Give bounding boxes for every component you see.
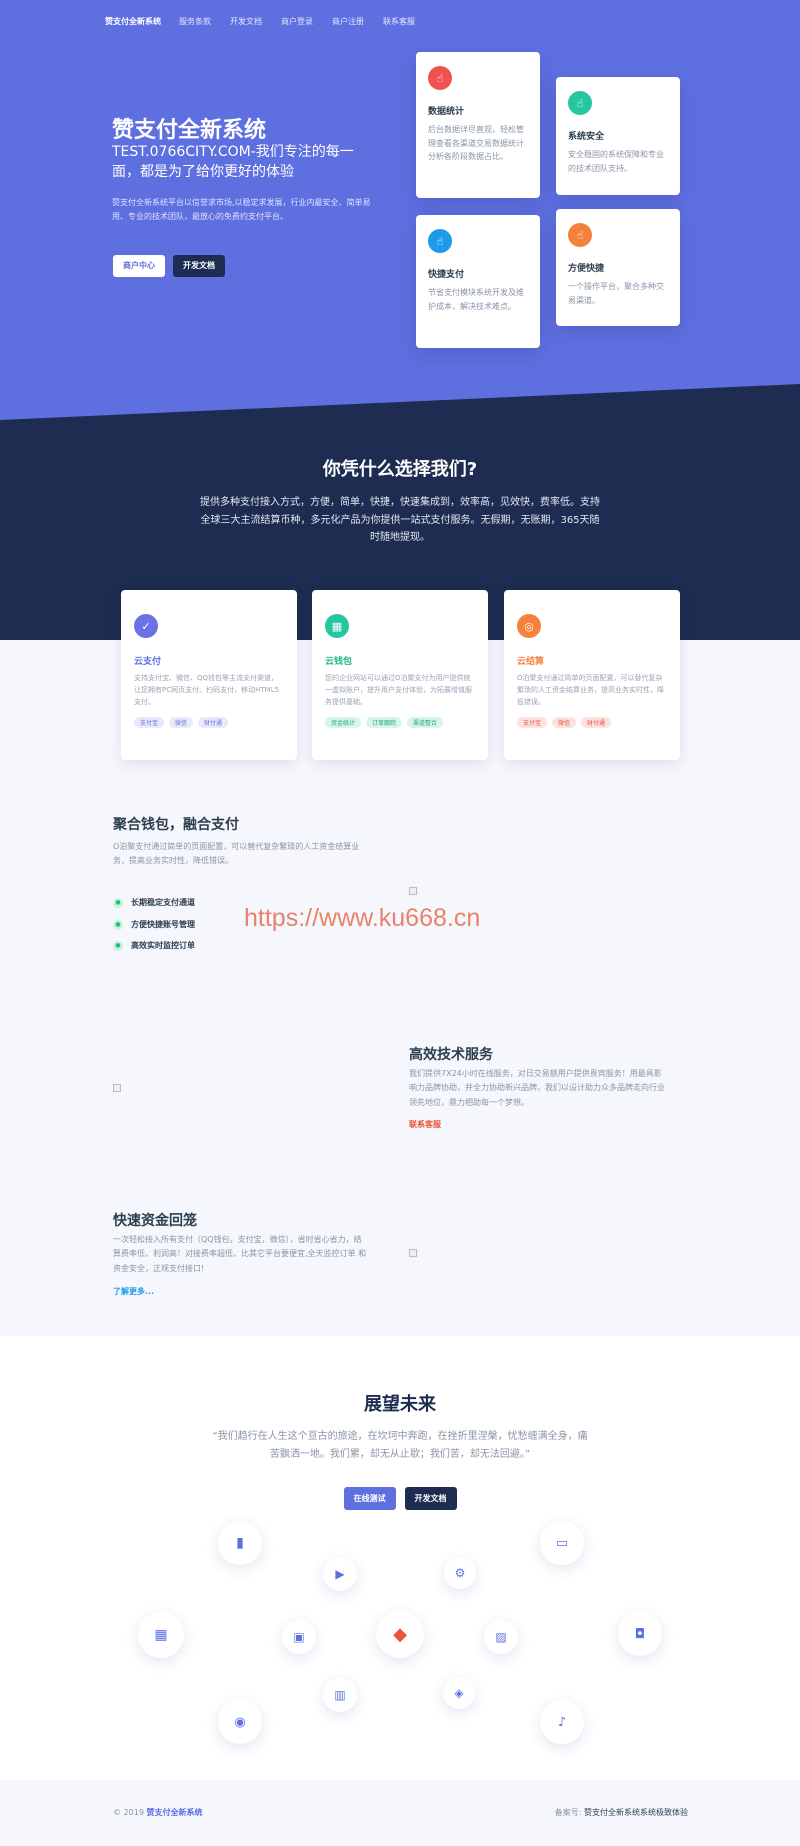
check-icon: ✓ xyxy=(134,614,158,638)
hero-title: 赞支付全新系统 xyxy=(112,118,267,143)
service-card-cloudpay: ✓ 云支付 支持支付宝、微信、QQ钱包等主流支付渠道，让您拥有PC网页支付、扫码… xyxy=(121,590,297,760)
block3-description: 一次轻松接入所有支付（QQ钱包，支付宝，微信），省时省心省力，结算费率低，利润高… xyxy=(113,1235,367,1273)
block2-description: 我们提供7X24小时在线服务，对日交易额用户提供贵宾服务！用最具影响力品牌协助，… xyxy=(409,1069,665,1107)
settle-icon: ◎ xyxy=(517,614,541,638)
footer-copyright: © 2019 赞支付全新系统 xyxy=(113,1808,203,1817)
bag-icon: ◘ xyxy=(618,1612,662,1656)
service-card-desc: 您的企业网站可以通过O泊聚支付为用户提供统一虚拟账户，提升用户支付体验，为拓展增… xyxy=(325,674,472,706)
service-card-desc: 支持支付宝、微信、QQ钱包等主流支付渠道，让您拥有PC网页支付、扫码支付、移动H… xyxy=(134,674,280,706)
hero-buttons: 商户中心 开发文档 xyxy=(113,255,225,277)
why-title: 你凭什么选择我们? xyxy=(322,459,478,480)
service-card-title: 云钱包 xyxy=(325,657,353,667)
tag: 订单跟踪 xyxy=(366,716,403,728)
tag: 资金统计 xyxy=(325,716,362,728)
block1-description: O泊聚支付通过简单的页面配置，可以替代复杂繁琐的人工资金结算业务，提高业务实时性… xyxy=(113,842,360,866)
block2-title: 高效技术服务 xyxy=(409,1047,493,1063)
feature-card-title: 方便快捷 xyxy=(568,264,605,274)
nav-item-register[interactable]: 商户注册 xyxy=(332,16,364,27)
check-item: ● 长期稳定支付通道 xyxy=(113,897,195,908)
block1-title: 聚合钱包，融合支付 xyxy=(113,817,239,833)
feature-card-security: ☝ 系统安全 安全稳固的系统保障和专业的技术团队支持。 xyxy=(556,77,680,195)
future-buttons: 在线测试 开发文档 xyxy=(0,1487,800,1510)
tag: 支付宝 xyxy=(517,716,548,728)
hero-description: 赞支付全新系统平台以信誉求市场,以稳定求发展，行业内最安全、简单易用、专业的技术… xyxy=(112,198,371,222)
sketch-icon: ◆ xyxy=(376,1610,424,1658)
nav-brand[interactable]: 赞支付全新系统 xyxy=(105,16,161,27)
tag: 支付宝 xyxy=(134,716,165,728)
hand-icon: ☝ xyxy=(568,223,592,247)
gear-icon: ⚙ xyxy=(444,1557,476,1589)
service-card-title: 云结算 xyxy=(517,657,545,667)
wallet-icon: ▦ xyxy=(325,614,349,638)
check-icon: ● xyxy=(113,897,123,908)
feature-card-desc: 节省支付模块系统开发及维护成本，解决技术难点。 xyxy=(428,288,524,311)
dev-docs-button[interactable]: 开发文档 xyxy=(404,1487,457,1510)
nav-item-docs[interactable]: 开发文档 xyxy=(230,16,262,27)
footer-record: 备案号: 赞支付全新系统系统极致体验 xyxy=(554,1808,688,1817)
feature-card-title: 数据统计 xyxy=(428,107,465,117)
learn-more-link[interactable]: 了解更多... xyxy=(113,1286,154,1297)
why-description: 提供多种支付接入方式，方便，简单，快捷，快速集成到，效率高，见效快，费率低。支持… xyxy=(200,497,600,543)
nav-item-support[interactable]: 联系客服 xyxy=(383,16,415,27)
top-nav: 赞支付全新系统 服务条款 开发文档 商户登录 商户注册 联系客服 xyxy=(105,16,434,27)
tag: 渠道整合 xyxy=(407,716,444,728)
hand-icon: ☝ xyxy=(428,66,452,90)
feature-card-quickpay: ☝ 快捷支付 节省支付模块系统开发及维护成本，解决技术难点。 xyxy=(416,215,540,348)
check-item: ● 方便快捷账号管理 xyxy=(113,919,195,930)
broken-image-icon xyxy=(409,1249,417,1257)
broken-image-icon xyxy=(409,887,417,895)
service-card-settle: ◎ 云结算 O泊聚支付通过简单的页面配置，可以替代复杂繁琐的人工资金结算业务，提… xyxy=(504,590,680,760)
contact-support-link[interactable]: 联系客服 xyxy=(409,1119,441,1130)
cube-icon: ◈ xyxy=(443,1677,475,1709)
feature-card-desc: 安全稳固的系统保障和专业的技术团队支持。 xyxy=(568,150,664,173)
nav-item-login[interactable]: 商户登录 xyxy=(281,16,313,27)
image-icon: ▨ xyxy=(484,1620,518,1654)
nav-item-terms[interactable]: 服务条款 xyxy=(179,16,211,27)
merchant-center-button[interactable]: 商户中心 xyxy=(113,255,165,277)
briefcase-icon: ▣ xyxy=(282,1620,316,1654)
feature-card-convenient: ☝ 方便快捷 一个操作平台，聚合多种交易渠道。 xyxy=(556,209,680,326)
feature-card-stats: ☝ 数据统计 后台数据详尽直观，轻松管理查看各渠道交易数据统计分析各阶段数据占比… xyxy=(416,52,540,198)
future-title: 展望未来 xyxy=(364,1394,436,1415)
card-icon: ▭ xyxy=(540,1521,584,1565)
camera-icon: ◉ xyxy=(218,1700,262,1744)
hero-subtitle: TEST.0766CITY.COM-我们专注的每一面，都是为了给你更好的体验 xyxy=(112,144,354,181)
future-quote: “我们趋行在人生这个亘古的旅途，在坎坷中奔跑，在挫折里涅槃，忧愁缠满全身，痛苦飘… xyxy=(212,1431,588,1460)
broken-image-icon xyxy=(113,1084,121,1092)
block3-title: 快速资金回笼 xyxy=(113,1213,197,1229)
service-card-wallet: ▦ 云钱包 您的企业网站可以通过O泊聚支付为用户提供统一虚拟账户，提升用户支付体… xyxy=(312,590,488,760)
tag: 财付通 xyxy=(198,716,229,728)
tag: 微信 xyxy=(552,716,577,728)
service-card-desc: O泊聚支付通过简单的页面配置，可以替代复杂繁琐的人工资金结算业务，提高业务实时性… xyxy=(517,674,664,706)
hero-divider xyxy=(0,384,800,420)
building-icon: ▥ xyxy=(323,1678,357,1712)
calendar-icon: ▦ xyxy=(138,1612,184,1658)
hand-icon: ☝ xyxy=(428,229,452,253)
online-test-button[interactable]: 在线测试 xyxy=(343,1487,396,1510)
feature-card-title: 快捷支付 xyxy=(428,270,465,280)
watermark-text: https://www.ku668.cn xyxy=(244,904,481,932)
bar-chart-icon: ▮ xyxy=(218,1521,262,1565)
bell-icon: ♪ xyxy=(540,1700,584,1744)
dev-docs-button[interactable]: 开发文档 xyxy=(173,255,225,277)
feature-card-desc: 后台数据详尽直观，轻松管理查看各渠道交易数据统计分析各阶段数据占比。 xyxy=(428,125,524,162)
check-item: ● 高效实时监控订单 xyxy=(113,940,195,951)
check-icon: ● xyxy=(113,919,123,930)
tag: 微信 xyxy=(169,716,194,728)
check-icon: ● xyxy=(113,940,123,951)
play-icon: ▶ xyxy=(323,1557,357,1591)
tag: 财付通 xyxy=(581,716,612,728)
service-card-title: 云支付 xyxy=(134,657,162,667)
footer-brand-link[interactable]: 赞支付全新系统 xyxy=(146,1808,202,1817)
feature-card-desc: 一个操作平台，聚合多种交易渠道。 xyxy=(568,282,664,305)
feature-card-title: 系统安全 xyxy=(568,132,605,142)
hand-icon: ☝ xyxy=(568,91,592,115)
